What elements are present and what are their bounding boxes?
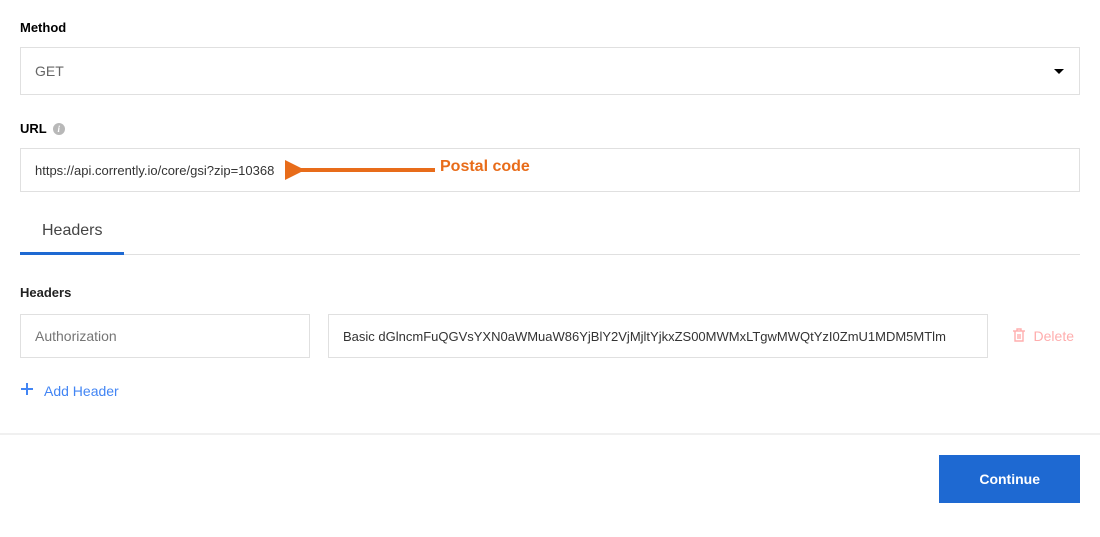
info-icon: i: [53, 123, 65, 135]
chevron-down-icon: [1053, 63, 1065, 79]
header-row: Delete: [20, 314, 1080, 358]
url-row: Postal code: [20, 148, 1080, 192]
form-container: Method GET URL i Postal code Headers Hea…: [0, 0, 1100, 433]
method-label: Method: [20, 20, 1080, 35]
trash-icon: [1012, 327, 1026, 346]
continue-button[interactable]: Continue: [939, 455, 1080, 503]
tabs: Headers: [20, 210, 1080, 255]
add-header-label: Add Header: [44, 383, 119, 399]
url-label: URL: [20, 121, 47, 136]
tab-headers[interactable]: Headers: [20, 210, 124, 254]
header-key-input[interactable]: [20, 314, 310, 358]
add-header-button[interactable]: Add Header: [20, 378, 119, 403]
method-select[interactable]: GET: [20, 47, 1080, 95]
header-value-input[interactable]: [328, 314, 988, 358]
footer: Continue: [0, 433, 1100, 527]
delete-header-button[interactable]: Delete: [1006, 327, 1080, 346]
url-input[interactable]: [20, 148, 1080, 192]
headers-section-label: Headers: [20, 285, 1080, 300]
url-label-row: URL i: [20, 121, 1080, 136]
method-value: GET: [35, 63, 64, 79]
delete-label: Delete: [1034, 328, 1074, 344]
plus-icon: [20, 382, 34, 399]
